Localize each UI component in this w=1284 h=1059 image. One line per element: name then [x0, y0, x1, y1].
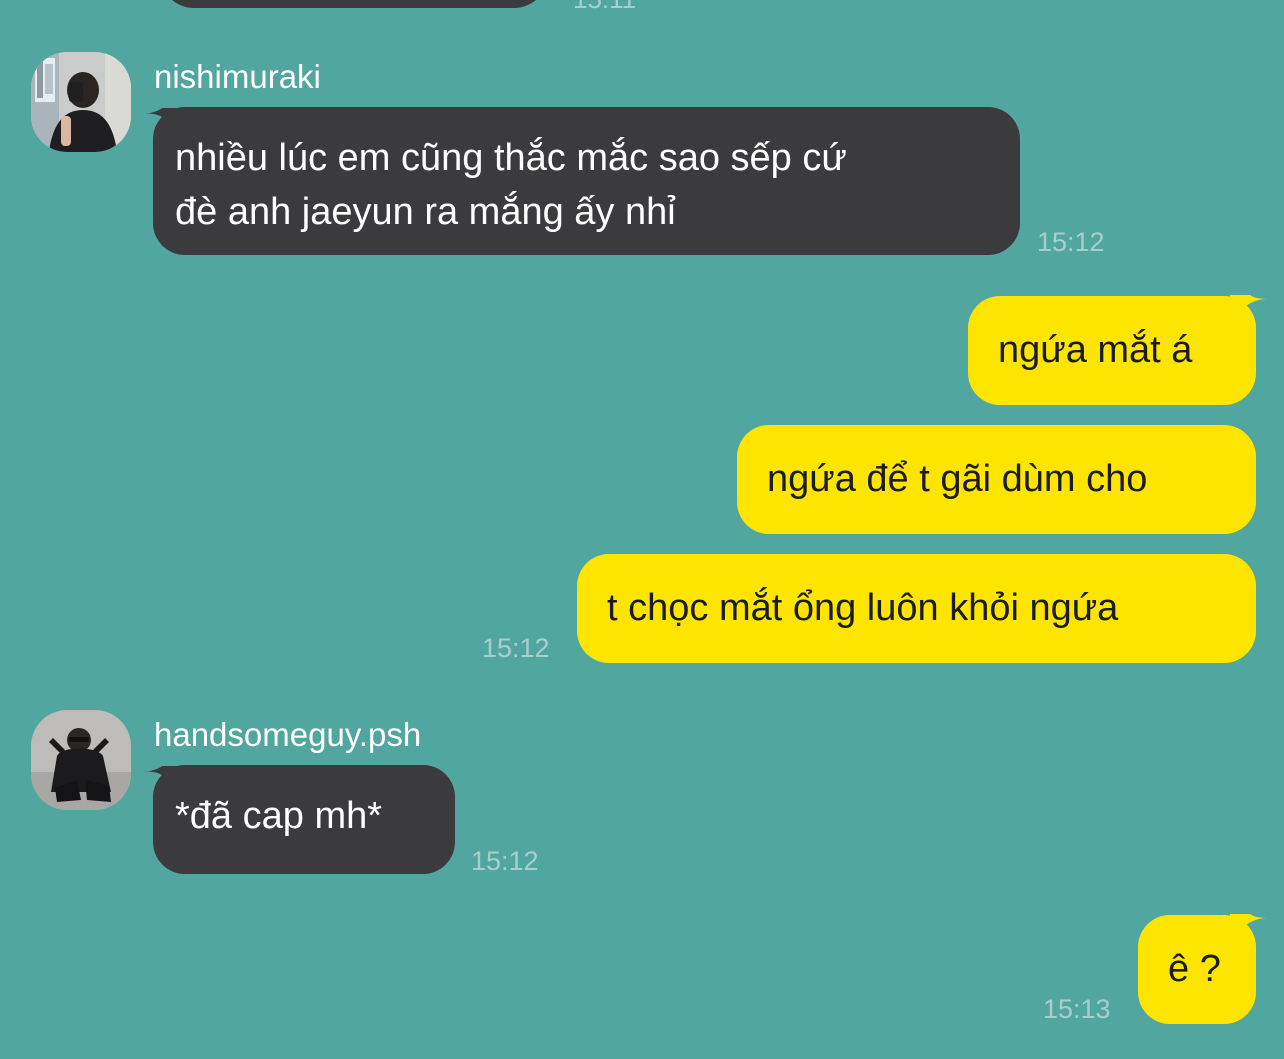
message-timestamp: 15:13 [1043, 994, 1111, 1024]
message-timestamp: 15:12 [482, 633, 550, 663]
message-bubble-outgoing[interactable]: t chọc mắt ổng luôn khỏi ngứa [577, 554, 1256, 663]
message-bubble-outgoing[interactable]: ngứa mắt á [968, 296, 1256, 405]
previous-message-bubble [160, 0, 548, 8]
message-text: *đã cap mh* [175, 795, 383, 837]
message-text: ngứa để t gãi dùm cho [767, 458, 1148, 500]
message-timestamp: 15:12 [471, 846, 539, 876]
message-bubble-incoming[interactable]: nhiều lúc em cũng thắc mắc sao sếp cứ đè… [153, 107, 1020, 255]
user-avatar-crouching-sunglasses-icon [31, 710, 131, 810]
message-bubble-outgoing[interactable]: ê ? [1138, 915, 1256, 1024]
message-text: ê ? [1168, 948, 1221, 990]
sender-avatar-handsomeguy[interactable] [31, 710, 131, 810]
sender-name-handsomeguy: handsomeguy.psh [154, 716, 422, 753]
message-text: ngứa mắt á [998, 329, 1193, 371]
message-bubble-incoming[interactable]: *đã cap mh* [153, 765, 455, 874]
message-timestamp: 15:12 [1037, 227, 1105, 257]
message-text-line: nhiều lúc em cũng thắc mắc sao sếp cứ [175, 137, 847, 179]
previous-message-timestamp: 15:11 [573, 0, 636, 15]
message-text: t chọc mắt ổng luôn khỏi ngứa [607, 587, 1119, 629]
sender-name-nishimuraki: nishimuraki [154, 58, 321, 95]
user-avatar-mirror-selfie-icon [31, 52, 131, 152]
sender-avatar-nishimuraki[interactable] [31, 52, 131, 152]
message-bubble-outgoing[interactable]: ngứa để t gãi dùm cho [737, 425, 1256, 534]
message-text-line: đè anh jaeyun ra mắng ấy nhỉ [175, 191, 676, 233]
